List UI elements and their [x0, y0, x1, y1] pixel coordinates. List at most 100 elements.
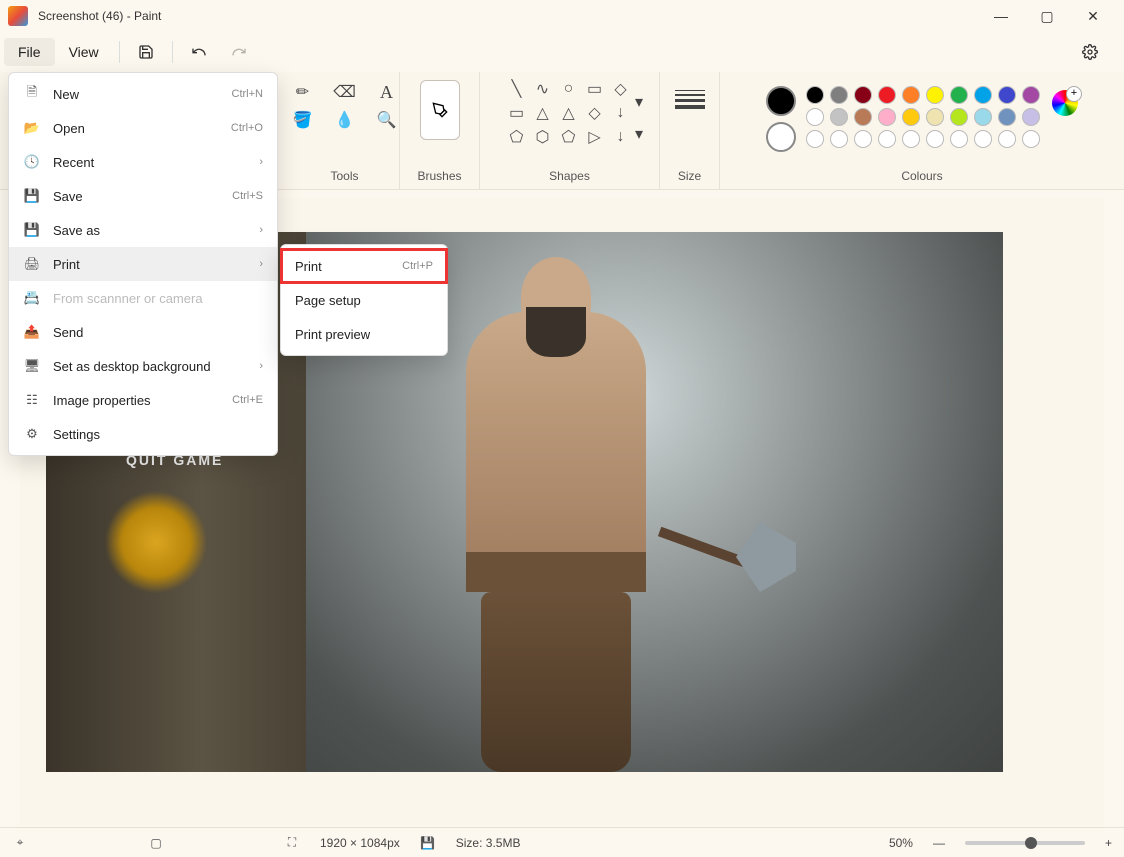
file-desktop-bg[interactable]: 🖥Set as desktop background› [9, 349, 277, 383]
palette-color[interactable] [998, 108, 1016, 126]
separator [172, 41, 173, 63]
palette-color[interactable] [854, 108, 872, 126]
zoom-slider[interactable] [965, 841, 1085, 845]
palette-color[interactable] [830, 86, 848, 104]
folder-icon: 📂 [23, 120, 41, 136]
print-icon: 🖨 [23, 256, 41, 272]
print-submenu-preview[interactable]: Print preview [281, 317, 447, 351]
palette-color[interactable] [974, 130, 992, 148]
save-icon: 💾 [23, 188, 41, 204]
file-open[interactable]: 📂OpenCtrl+O [9, 111, 277, 145]
palette-color[interactable] [806, 108, 824, 126]
palette-color[interactable] [926, 108, 944, 126]
dimensions-value: 1920 × 1084px [320, 836, 400, 850]
file-menu-button[interactable]: File [4, 38, 55, 66]
save-icon [138, 44, 154, 60]
tools-group: ✏ ⌫ A 🪣 💧 🔍 Tools [290, 72, 400, 189]
fill-tool[interactable]: 🪣 [291, 108, 315, 132]
palette-color[interactable] [998, 130, 1016, 148]
file-new[interactable]: 🗎NewCtrl+N [9, 77, 277, 111]
file-print[interactable]: 🖨Print› [9, 247, 277, 281]
save-as-icon: 💾 [23, 222, 41, 238]
zoom-value: 50% [889, 836, 913, 850]
palette-color[interactable] [950, 86, 968, 104]
palette-color[interactable] [950, 130, 968, 148]
shapes-gallery[interactable]: ╲∿○▭◇ ▭△△◇↓ ⬠⬡⬠▷↓ [508, 80, 632, 146]
palette-color[interactable] [854, 130, 872, 148]
clock-icon: 🕓 [23, 154, 41, 170]
palette-color[interactable] [854, 86, 872, 104]
palette-color[interactable] [902, 86, 920, 104]
magnifier-tool[interactable]: 🔍 [375, 108, 399, 132]
settings-gear-button[interactable] [1072, 36, 1108, 68]
print-submenu-page-setup[interactable]: Page setup [281, 283, 447, 317]
palette-color[interactable] [806, 86, 824, 104]
gear-icon [1082, 44, 1098, 60]
colours-label: Colours [901, 169, 942, 183]
pencil-tool[interactable]: ✏ [291, 80, 315, 104]
palette-color[interactable] [950, 108, 968, 126]
palette-color[interactable] [830, 108, 848, 126]
selection-icon: ▢ [148, 836, 164, 850]
color-1-swatch[interactable] [766, 86, 796, 116]
palette-color[interactable] [830, 130, 848, 148]
palette-color[interactable] [1022, 108, 1040, 126]
file-menu: 🗎NewCtrl+N 📂OpenCtrl+O 🕓Recent› 💾SaveCtr… [8, 72, 278, 456]
properties-icon: ☷ [23, 392, 41, 408]
colours-group: Colours [720, 72, 1124, 189]
size-group: Size [660, 72, 720, 189]
close-button[interactable]: ✕ [1070, 0, 1116, 32]
color-2-swatch[interactable] [766, 122, 796, 152]
filesize-label: Size: 3.5MB [456, 836, 521, 850]
menubar: File View [0, 32, 1124, 72]
brushes-dropdown[interactable] [420, 80, 460, 140]
picker-tool[interactable]: 💧 [333, 108, 357, 132]
zoom-out-button[interactable]: — [933, 836, 945, 850]
size-label: Size [678, 169, 701, 183]
size-dropdown[interactable] [675, 80, 705, 109]
redo-icon [231, 44, 247, 60]
canvas-content [426, 252, 686, 772]
file-scanner: 📇From scannner or camera [9, 281, 277, 315]
zoom-in-button[interactable]: + [1105, 836, 1112, 850]
print-submenu-print[interactable]: PrintCtrl+P [281, 249, 447, 283]
file-save-as[interactable]: 💾Save as› [9, 213, 277, 247]
palette-color[interactable] [1022, 130, 1040, 148]
palette-color[interactable] [878, 108, 896, 126]
shapes-label: Shapes [549, 169, 590, 183]
edit-colors-button[interactable] [1052, 90, 1078, 116]
palette-color[interactable] [926, 130, 944, 148]
maximize-button[interactable]: ▢ [1024, 0, 1070, 32]
text-tool[interactable]: A [375, 80, 399, 104]
view-menu-button[interactable]: View [55, 38, 113, 66]
statusbar: ⌖ ▢ ⛶ 1920 × 1084px 💾 Size: 3.5MB 50% — … [0, 827, 1124, 857]
shapes-group: ╲∿○▭◇ ▭△△◇↓ ⬠⬡⬠▷↓ ▾ ▾ Shapes [480, 72, 660, 189]
palette-color[interactable] [974, 86, 992, 104]
undo-icon [191, 44, 207, 60]
brushes-group: Brushes [400, 72, 480, 189]
palette-color[interactable] [1022, 86, 1040, 104]
brushes-label: Brushes [417, 169, 461, 183]
undo-button[interactable] [181, 36, 217, 68]
shape-fill-dropdown[interactable]: ▾ [627, 122, 651, 146]
palette-color[interactable] [806, 130, 824, 148]
palette-color[interactable] [878, 86, 896, 104]
palette-color[interactable] [902, 108, 920, 126]
desktop-icon: 🖥 [23, 358, 41, 374]
file-save[interactable]: 💾SaveCtrl+S [9, 179, 277, 213]
save-quick-button[interactable] [128, 36, 164, 68]
palette-color[interactable] [974, 108, 992, 126]
eraser-tool[interactable]: ⌫ [333, 80, 357, 104]
palette-color[interactable] [902, 130, 920, 148]
redo-button[interactable] [221, 36, 257, 68]
palette-color[interactable] [926, 86, 944, 104]
palette-color[interactable] [998, 86, 1016, 104]
file-settings[interactable]: ⚙Settings [9, 417, 277, 451]
palette-color[interactable] [878, 130, 896, 148]
minimize-button[interactable]: — [978, 0, 1024, 32]
shape-outline-dropdown[interactable]: ▾ [627, 90, 651, 114]
file-recent[interactable]: 🕓Recent› [9, 145, 277, 179]
file-icon: 🗎 [23, 83, 41, 105]
file-image-properties[interactable]: ☷Image propertiesCtrl+E [9, 383, 277, 417]
file-send[interactable]: 📤Send [9, 315, 277, 349]
